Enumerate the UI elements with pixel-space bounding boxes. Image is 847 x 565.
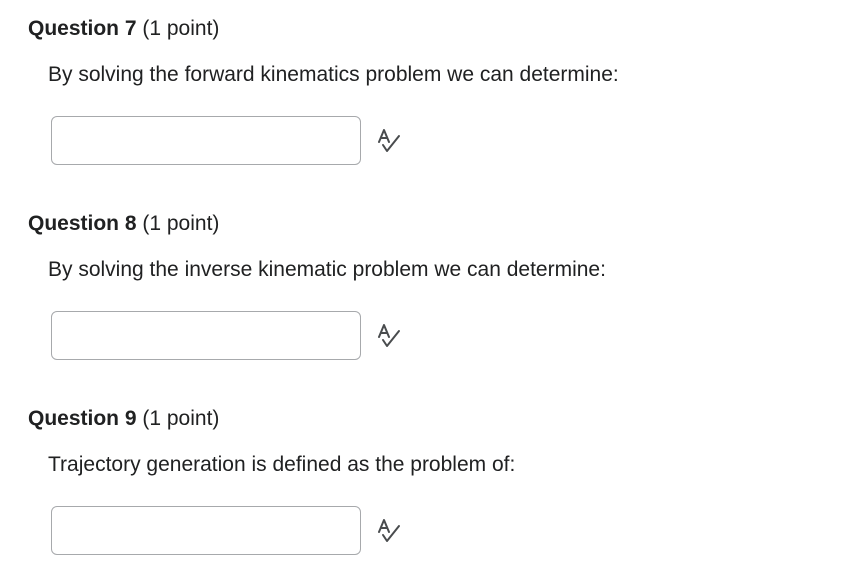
question-title: Question 8 <box>28 212 137 235</box>
question-title: Question 9 <box>28 407 137 430</box>
question-header: Question 9 (1 point) <box>28 406 219 432</box>
question-points: (1 point) <box>142 212 220 235</box>
spellcheck-icon[interactable] <box>376 519 402 543</box>
question-9: Question 9 (1 point) Trajectory generati… <box>0 390 847 565</box>
question-points: (1 point) <box>142 17 220 40</box>
answer-input[interactable] <box>51 506 361 555</box>
question-title: Question 7 <box>28 17 137 40</box>
quiz-page: Question 7 (1 point) By solving the forw… <box>0 0 847 565</box>
answer-input[interactable] <box>51 311 361 360</box>
question-7: Question 7 (1 point) By solving the forw… <box>0 0 847 195</box>
answer-input[interactable] <box>51 116 361 165</box>
question-prompt: Trajectory generation is defined as the … <box>48 453 516 476</box>
spellcheck-icon[interactable] <box>376 129 402 153</box>
question-points: (1 point) <box>142 407 220 430</box>
question-header: Question 7 (1 point) <box>28 16 219 42</box>
question-prompt: By solving the forward kinematics proble… <box>48 63 619 86</box>
question-header: Question 8 (1 point) <box>28 211 219 237</box>
question-8: Question 8 (1 point) By solving the inve… <box>0 195 847 390</box>
question-prompt: By solving the inverse kinematic problem… <box>48 258 606 281</box>
spellcheck-icon[interactable] <box>376 324 402 348</box>
